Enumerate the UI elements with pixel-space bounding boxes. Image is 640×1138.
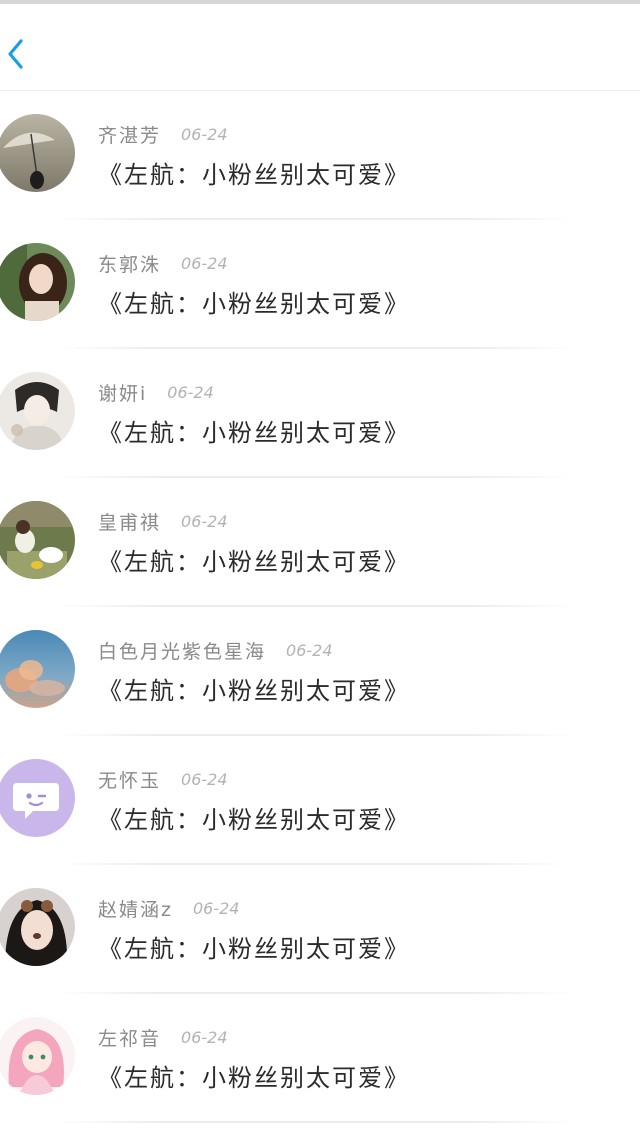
top-bar <box>0 4 640 91</box>
list-item[interactable]: 白色月光紫色星海 06-24 《左航：小粉丝别太可爱》 <box>0 607 640 736</box>
comment-meta: 谢妍i 06-24 <box>98 379 214 405</box>
user-name[interactable]: 皇甫祺 <box>98 508 161 535</box>
user-name[interactable]: 白色月光紫色星海 <box>98 637 266 664</box>
list-item[interactable]: 赵婧涵z 06-24 《左航：小粉丝别太可爱》 <box>0 865 640 994</box>
list-item[interactable]: 皇甫祺 06-24 《左航：小粉丝别太可爱》 <box>0 478 640 607</box>
comment-text: 《左航：小粉丝别太可爱》 <box>98 161 410 189</box>
user-name[interactable]: 齐湛芳 <box>98 121 161 148</box>
avatar-girl-image <box>0 243 75 321</box>
user-name[interactable]: 赵婧涵z <box>98 895 173 922</box>
comment-meta: 东郭洙 06-24 <box>98 250 228 276</box>
comment-meta: 赵婧涵z 06-24 <box>98 895 239 921</box>
avatar[interactable] <box>0 630 75 708</box>
comment-date: 06-24 <box>181 511 228 531</box>
user-name[interactable]: 左祁音 <box>98 1024 161 1051</box>
avatar-anime-girl-image <box>0 1017 75 1095</box>
comment-meta: 齐湛芳 06-24 <box>98 121 228 147</box>
list-item[interactable]: 齐湛芳 06-24 《左航：小粉丝别太可爱》 <box>0 91 640 220</box>
chevron-left-icon <box>8 39 23 69</box>
list-item[interactable]: 东郭洙 06-24 《左航：小粉丝别太可爱》 <box>0 220 640 349</box>
comment-date: 06-24 <box>181 124 228 144</box>
list-item[interactable]: 左祁音 06-24 《左航：小粉丝别太可爱》 <box>0 994 640 1123</box>
comment-date: 06-24 <box>181 1027 228 1047</box>
back-button[interactable] <box>0 34 30 74</box>
avatar-umbrella-image <box>0 114 75 192</box>
avatar[interactable] <box>0 243 75 321</box>
avatar[interactable] <box>0 1017 75 1095</box>
avatar[interactable] <box>0 501 75 579</box>
avatar-girl-sketch-image <box>0 372 75 450</box>
avatar[interactable] <box>0 888 75 966</box>
list-item[interactable]: 谢妍i 06-24 《左航：小粉丝别太可爱》 <box>0 349 640 478</box>
list-item[interactable]: 无怀玉 06-24 《左航：小粉丝别太可爱》 <box>0 736 640 865</box>
avatar-selfie-image <box>0 888 75 966</box>
comment-date: 06-24 <box>181 769 228 789</box>
comment-text: 《左航：小粉丝别太可爱》 <box>98 1064 410 1092</box>
avatar[interactable] <box>0 372 75 450</box>
comment-meta: 无怀玉 06-24 <box>98 766 228 792</box>
comment-text: 《左航：小粉丝别太可爱》 <box>98 548 410 576</box>
comment-date: 06-24 <box>192 898 240 918</box>
user-name[interactable]: 无怀玉 <box>98 766 161 793</box>
comment-text: 《左航：小粉丝别太可爱》 <box>98 290 410 318</box>
comment-meta: 皇甫祺 06-24 <box>98 508 228 534</box>
avatar[interactable] <box>0 759 75 837</box>
comment-meta: 左祁音 06-24 <box>98 1024 228 1050</box>
user-name[interactable]: 东郭洙 <box>98 250 161 277</box>
comment-date: 06-24 <box>181 253 228 273</box>
comment-meta: 白色月光紫色星海 06-24 <box>98 637 333 663</box>
chat-bubble-icon <box>0 759 75 837</box>
comment-text: 《左航：小粉丝别太可爱》 <box>98 419 410 447</box>
user-name[interactable]: 谢妍i <box>98 379 147 406</box>
comment-list: 齐湛芳 06-24 《左航：小粉丝别太可爱》 东郭洙 06-24 《左航：小粉丝… <box>0 91 640 1123</box>
comment-text: 《左航：小粉丝别太可爱》 <box>98 806 410 834</box>
comment-text: 《左航：小粉丝别太可爱》 <box>98 677 410 705</box>
avatar[interactable] <box>0 114 75 192</box>
comment-date: 06-24 <box>286 640 333 660</box>
comment-text: 《左航：小粉丝别太可爱》 <box>98 935 410 963</box>
avatar-cartoon-ducks-image <box>0 501 75 579</box>
avatar-sky-clouds-image <box>0 630 75 708</box>
comment-date: 06-24 <box>167 382 214 402</box>
